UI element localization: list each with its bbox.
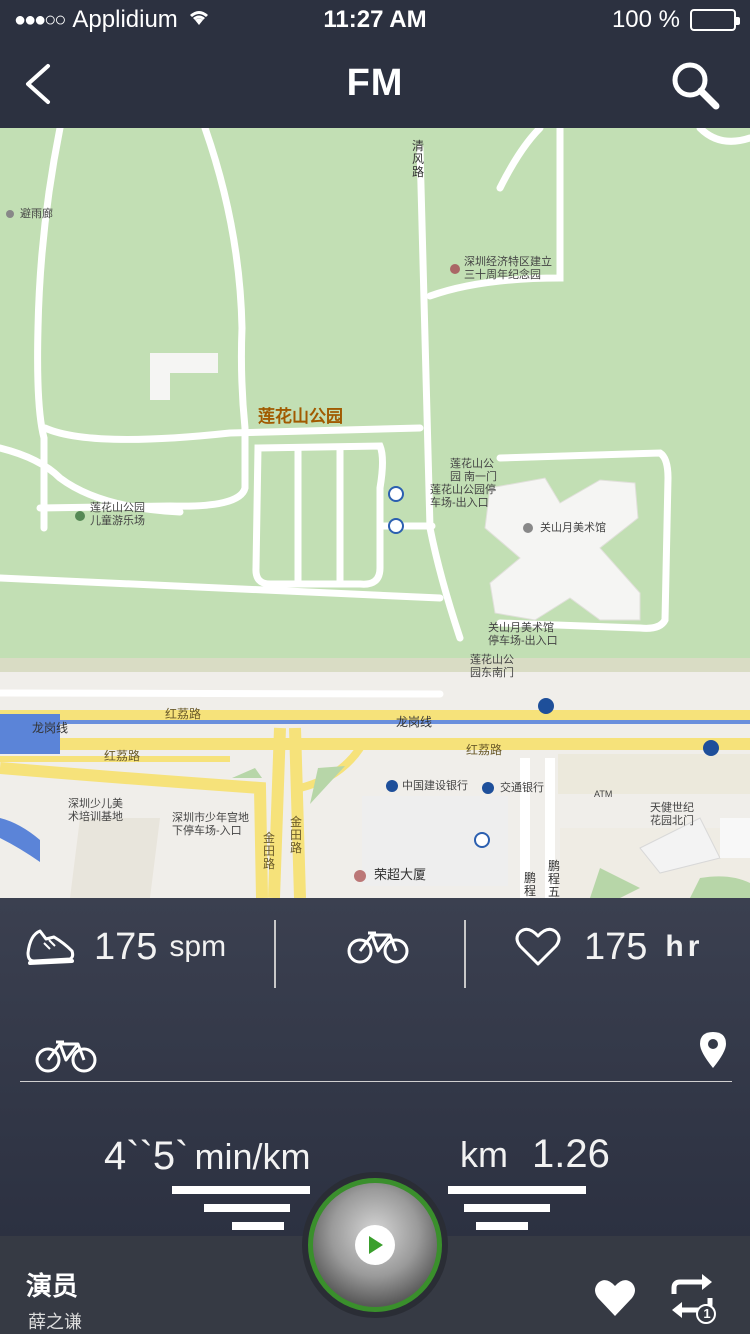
map-view[interactable]: 避雨廊 清 风 路 深圳经济特区建立 三十周年纪念园 莲花山公园 莲花山公 园 … (0, 128, 750, 898)
nav-bar: FM (0, 40, 750, 128)
cadence-stat: 175 spm (24, 908, 226, 986)
map-label-jintian-road-2: 金 田 路 (290, 815, 303, 855)
carrier-name: Applidium (72, 6, 178, 33)
battery-percent: 100 % (611, 6, 680, 33)
distance-unit: km (460, 1134, 508, 1175)
map-label-museum-parking: 关山月美术馆 停车场-出入口 (488, 622, 558, 647)
location-pin-icon[interactable] (698, 1030, 728, 1070)
repeat-one-button[interactable]: 1 (668, 1272, 716, 1324)
map-label-honglizhi-road-2: 红荔路 (466, 743, 503, 757)
stat-divider (274, 920, 276, 988)
wifi-icon (186, 7, 212, 33)
map-label-bishuilang: 避雨廊 (20, 208, 53, 220)
distance-metric: km 1.26 (460, 1132, 610, 1177)
map-label-honglizhi-road-3: 红荔路 (104, 749, 141, 763)
map-label-ccb: 中国建设银行 (402, 780, 468, 792)
map-label-longgang-line-1: 龙岗线 (32, 721, 69, 735)
activity-mode-row[interactable] (20, 1026, 732, 1082)
map-label-guanshanyue-museum: 关山月美术馆 (540, 522, 606, 534)
play-button[interactable] (302, 1172, 448, 1318)
signal-strength: ●●●○○ (14, 8, 66, 31)
pace-metric: 4``5` min/km (104, 1134, 310, 1179)
heart-rate-value: 175 (584, 925, 648, 968)
repeat-count: 1 (703, 1306, 711, 1321)
page-title: FM (346, 62, 404, 104)
status-bar: ●●●○○ Applidium 11:27 AM 100 % (0, 0, 750, 40)
map-label-southeast-gate: 莲花山公 园东南门 (470, 654, 514, 679)
running-shoe-icon (26, 929, 75, 965)
vinyl-disc (308, 1178, 442, 1312)
heart-filled-icon (595, 1280, 635, 1316)
map-label-rongchao: 荣超大厦 (374, 867, 427, 882)
heart-rate-stat: 175 hr (514, 908, 703, 986)
map-label-pengcheng: 鹏 程 (524, 871, 537, 898)
song-title: 演员 (26, 1271, 79, 1301)
map-label-honglizhi-road-1: 红荔路 (165, 707, 202, 721)
search-icon (672, 62, 720, 110)
pace-unit: min/km (194, 1136, 311, 1177)
heart-outline-icon (515, 927, 561, 966)
song-artist: 薛之谦 (28, 1312, 82, 1332)
pace-value: 4``5` (104, 1134, 189, 1178)
map-label-longgang-line-2: 龙岗线 (396, 715, 433, 729)
cadence-value: 175 (94, 925, 158, 968)
search-button[interactable] (668, 58, 722, 112)
map-label-south-gate-1: 莲花山公 园 南一门 (450, 458, 498, 483)
bike-mode-toggle[interactable] (346, 908, 410, 986)
stat-row: 175 spm 175 hr (0, 908, 750, 988)
stat-divider (464, 920, 466, 988)
map-label-youth-palace-parking: 深圳市少年宫地 下停车场-入口 (172, 812, 249, 837)
favorite-button[interactable] (594, 1278, 636, 1318)
map-label-park-parking: 莲花山公园停 车场-出入口 (430, 484, 496, 509)
play-icon (355, 1225, 395, 1265)
battery-status: 100 % (611, 6, 740, 34)
map-label-jintian-road-1: 金 田 路 (263, 831, 276, 871)
map-label-memorial-park: 深圳经济特区建立 三十周年纪念园 (464, 256, 552, 281)
map-label-qingfeng-road: 清 风 路 (412, 139, 425, 179)
bicycle-icon (35, 1040, 97, 1073)
map-label-childrens-art: 深圳少儿美 术培训基地 (68, 798, 123, 823)
cadence-unit: spm (169, 930, 227, 963)
map-label-bocom: 交通银行 (500, 782, 544, 794)
distance-value: 1.26 (532, 1132, 610, 1176)
map-label-tianjian: 天健世纪 花园北门 (650, 802, 694, 827)
bicycle-icon (347, 931, 409, 964)
map-label-lianhuashan-park: 莲花山公园 (258, 407, 343, 426)
map-label-childrens-playground: 莲花山公园 儿童游乐场 (90, 502, 145, 527)
map-label-atm: ATM (594, 789, 613, 799)
battery-icon (690, 9, 740, 31)
map-label-pengcheng-5: 鹏 程 五 (548, 859, 561, 899)
heart-rate-unit: hr (665, 930, 704, 963)
